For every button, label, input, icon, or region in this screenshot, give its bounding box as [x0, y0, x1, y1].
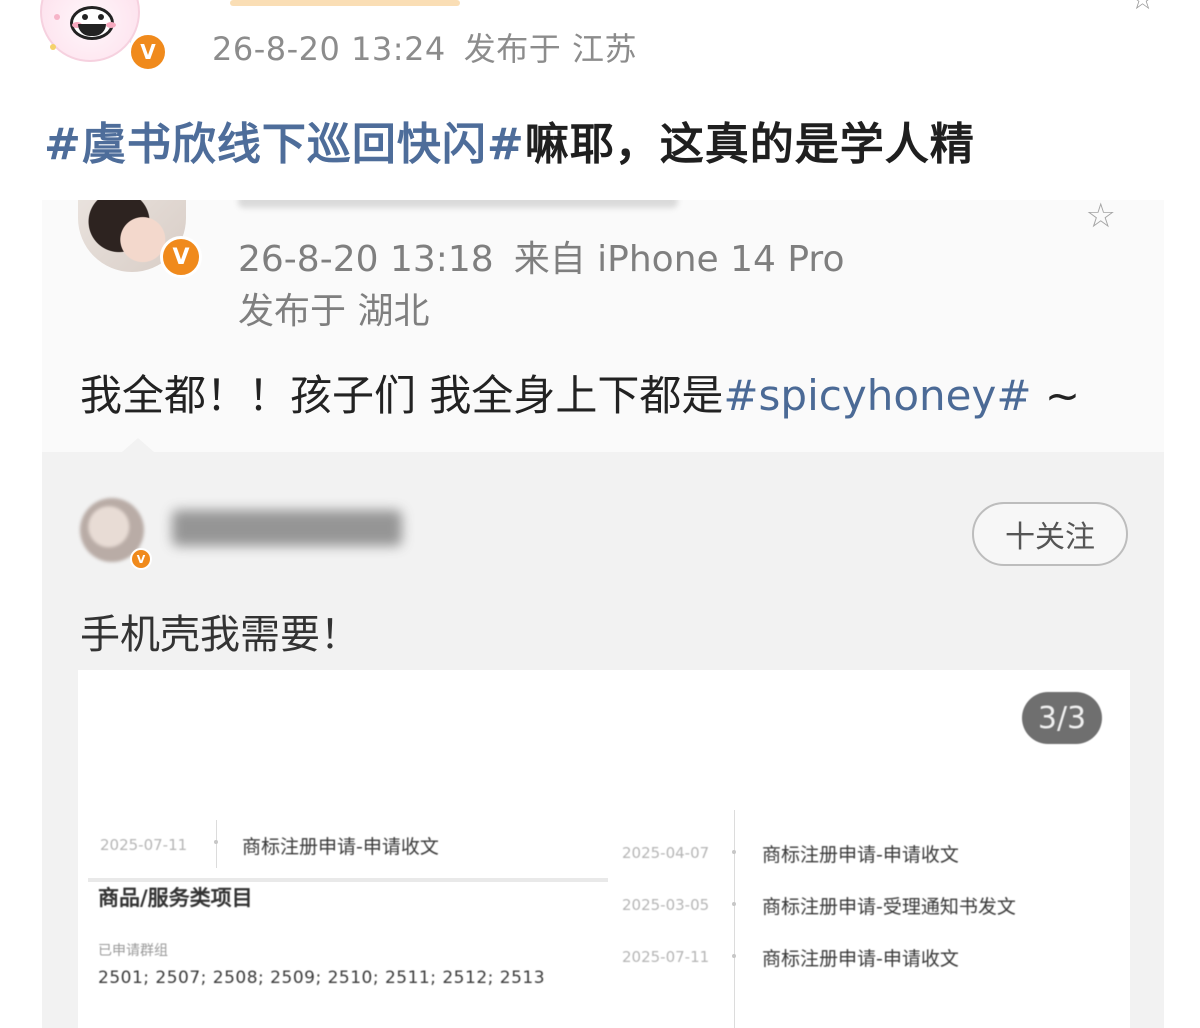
- inner-post-timestamp: 26-8-20 13:18: [238, 239, 494, 280]
- avatar-decoration-dot: [54, 14, 60, 20]
- favorite-star-icon[interactable]: ☆: [1130, 0, 1160, 14]
- embedded-screenshot[interactable]: ☆ V 26-8-20 13:18 来自 iPhone 14 Pro 发布于 湖北…: [42, 200, 1164, 1028]
- repost-card: V 十关注 手机壳我需要！ 3/3 2025-07-11 商标注册申请-申请收文…: [42, 438, 1164, 1028]
- timeline-dot: [214, 840, 218, 844]
- doc-entry-label: 商标注册申请-受理通知书发文: [762, 896, 1016, 918]
- doc-left-panel: 2025-07-11 商标注册申请-申请收文 商品/服务类项目 已申请群组 25…: [78, 820, 608, 1028]
- timeline-dot: [732, 902, 736, 906]
- inner-post-hashtag: #spicyhoney#: [723, 371, 1032, 420]
- doc-section-title: 商品/服务类项目: [98, 886, 253, 910]
- repost-image: 3/3 2025-07-11 商标注册申请-申请收文 商品/服务类项目 已申请群…: [78, 670, 1130, 1028]
- inner-post-body: 我全都！！孩子们 我全身上下都是#spicyhoney# ~: [80, 362, 1080, 423]
- inner-post-text-after: ~: [1031, 371, 1081, 420]
- repost-text: 手机壳我需要！: [80, 612, 360, 658]
- timeline-line: [734, 810, 735, 1028]
- inner-post-text-before: 我全都！！孩子们 我全身上下都是: [80, 371, 724, 420]
- avatar-decoration-dot: [50, 44, 56, 50]
- doc-entry-date: 2025-04-07: [622, 844, 710, 862]
- inner-favorite-star-icon: ☆: [1085, 200, 1116, 236]
- inner-verified-badge-icon: V: [160, 236, 202, 278]
- post-hashtag-link[interactable]: #虞书欣线下巡回快闪#: [44, 119, 525, 170]
- post-timestamp: 26-8-20 13:24: [212, 30, 446, 68]
- timeline-dot: [732, 850, 736, 854]
- timeline-line: [216, 820, 217, 868]
- post-location: 发布于 江苏: [463, 30, 637, 68]
- doc-entry-date: 2025-07-11: [622, 948, 710, 966]
- doc-entry-date: 2025-03-05: [622, 896, 710, 914]
- avatar-eye: [98, 14, 104, 20]
- doc-entry-label: 商标注册申请-申请收文: [762, 948, 959, 970]
- doc-section-subtitle: 已申请群组: [98, 943, 168, 959]
- avatar-blush: [106, 22, 116, 28]
- timeline-dot: [732, 954, 736, 958]
- post-body: #虞书欣线下巡回快闪#嘛耶，这真的是学人精: [44, 108, 975, 172]
- doc-right-panel: 2025-04-07 商标注册申请-申请收文 2025-03-05 商标注册申请…: [608, 810, 1130, 1028]
- inner-post-meta: 26-8-20 13:18 来自 iPhone 14 Pro: [238, 230, 844, 282]
- doc-entry-label: 商标注册申请-申请收文: [242, 836, 439, 858]
- repost-verified-badge-icon: V: [130, 548, 152, 570]
- avatar-eye: [82, 14, 88, 20]
- follow-button: 十关注: [972, 502, 1128, 566]
- repost-author-name-blurred: [172, 510, 402, 546]
- author-name-cropped[interactable]: [230, 0, 460, 6]
- post-meta: 26-8-20 13:24 发布于 江苏: [212, 24, 637, 70]
- inner-author-name-cropped: [238, 200, 678, 208]
- doc-entry-date: 2025-07-11: [100, 836, 188, 854]
- inner-post-location: 发布于 湖北: [238, 291, 430, 332]
- image-pager-badge: 3/3: [1022, 692, 1102, 744]
- doc-entry-label: 商标注册申请-申请收文: [762, 844, 959, 866]
- repost-card-notch: [122, 438, 154, 452]
- post-body-text: 嘛耶，这真的是学人精: [524, 119, 975, 170]
- inner-post-source: 来自 iPhone 14 Pro: [513, 239, 845, 280]
- doc-class-codes: 2501; 2507; 2508; 2509; 2510; 2511; 2512…: [98, 968, 546, 988]
- verified-badge-icon: V: [128, 32, 168, 72]
